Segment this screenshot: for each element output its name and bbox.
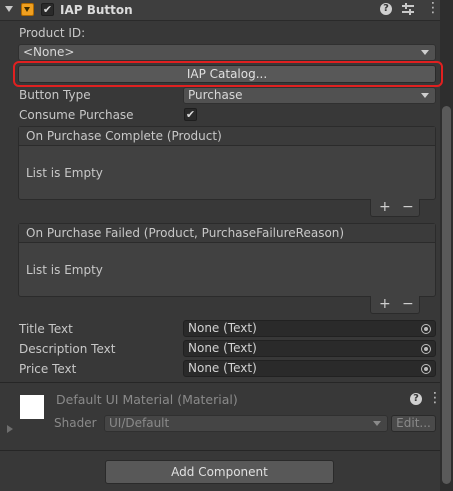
title-text-field[interactable]: None (Text) <box>183 320 436 337</box>
chevron-down-icon <box>421 93 429 98</box>
context-menu-icon[interactable]: ⋮ <box>426 1 440 15</box>
component-title: IAP Button <box>60 3 133 17</box>
chevron-down-icon <box>373 421 381 426</box>
script-component-icon <box>21 3 34 16</box>
on-purchase-failed-event: On Purchase Failed (Product, PurchaseFai… <box>18 223 436 297</box>
remove-event-button[interactable]: − <box>402 200 414 214</box>
add-event-button[interactable]: + <box>379 297 391 311</box>
material-context-menu-icon[interactable]: ⋮ <box>428 391 442 405</box>
price-text-field[interactable]: None (Text) <box>183 360 436 377</box>
component-enabled-checkbox[interactable]: ✔ <box>41 3 54 16</box>
price-text-label: Price Text <box>19 362 77 376</box>
product-id-dropdown[interactable]: <None> <box>18 44 436 61</box>
title-text-label: Title Text <box>19 322 73 336</box>
description-text-value: None (Text) <box>188 341 257 355</box>
event-header: On Purchase Complete (Product) <box>19 127 435 146</box>
title-text-value: None (Text) <box>188 321 257 335</box>
button-type-dropdown[interactable]: Purchase <box>183 87 436 104</box>
list-empty-text: List is Empty <box>26 166 103 180</box>
help-icon[interactable]: ? <box>380 3 392 15</box>
remove-event-button[interactable]: − <box>402 297 414 311</box>
section-divider <box>0 450 440 451</box>
shader-dropdown[interactable]: UI/Default <box>104 415 388 432</box>
chevron-down-icon <box>421 50 429 55</box>
consume-purchase-checkbox[interactable]: ✔ <box>184 108 197 121</box>
object-picker-icon[interactable] <box>421 344 431 354</box>
material-title: Default UI Material (Material) <box>56 392 238 407</box>
shader-edit-label: Edit... <box>396 416 431 430</box>
iap-catalog-button-label: IAP Catalog... <box>186 67 268 81</box>
iap-catalog-button[interactable]: IAP Catalog... <box>18 65 436 83</box>
button-type-label: Button Type <box>19 88 91 102</box>
add-component-label: Add Component <box>171 465 268 479</box>
product-id-value: <None> <box>23 45 75 59</box>
description-text-label: Description Text <box>19 342 116 356</box>
event-header: On Purchase Failed (Product, PurchaseFai… <box>19 224 435 243</box>
consume-purchase-label: Consume Purchase <box>19 108 134 122</box>
shader-edit-button[interactable]: Edit... <box>391 415 436 432</box>
list-empty-text: List is Empty <box>26 263 103 277</box>
description-text-field[interactable]: None (Text) <box>183 340 436 357</box>
add-event-button[interactable]: + <box>379 200 391 214</box>
button-type-value: Purchase <box>188 88 243 102</box>
on-purchase-complete-event: On Purchase Complete (Product) List is E… <box>18 126 436 200</box>
add-component-button[interactable]: Add Component <box>105 460 334 484</box>
price-text-value: None (Text) <box>188 361 257 375</box>
shader-value: UI/Default <box>109 416 170 430</box>
presets-icon[interactable] <box>402 3 414 15</box>
material-help-icon[interactable]: ? <box>410 393 422 405</box>
object-picker-icon[interactable] <box>421 364 431 374</box>
shader-label: Shader <box>54 416 97 430</box>
scrollbar-thumb[interactable] <box>442 106 451 484</box>
product-id-label: Product ID: <box>19 26 86 40</box>
material-preview-swatch <box>20 395 44 419</box>
event-list-footer: + − <box>370 199 420 217</box>
section-divider <box>0 382 440 383</box>
material-foldout-icon[interactable] <box>7 425 13 433</box>
object-picker-icon[interactable] <box>421 324 431 334</box>
event-list-footer: + − <box>370 296 420 314</box>
foldout-arrow-icon[interactable] <box>5 6 13 12</box>
